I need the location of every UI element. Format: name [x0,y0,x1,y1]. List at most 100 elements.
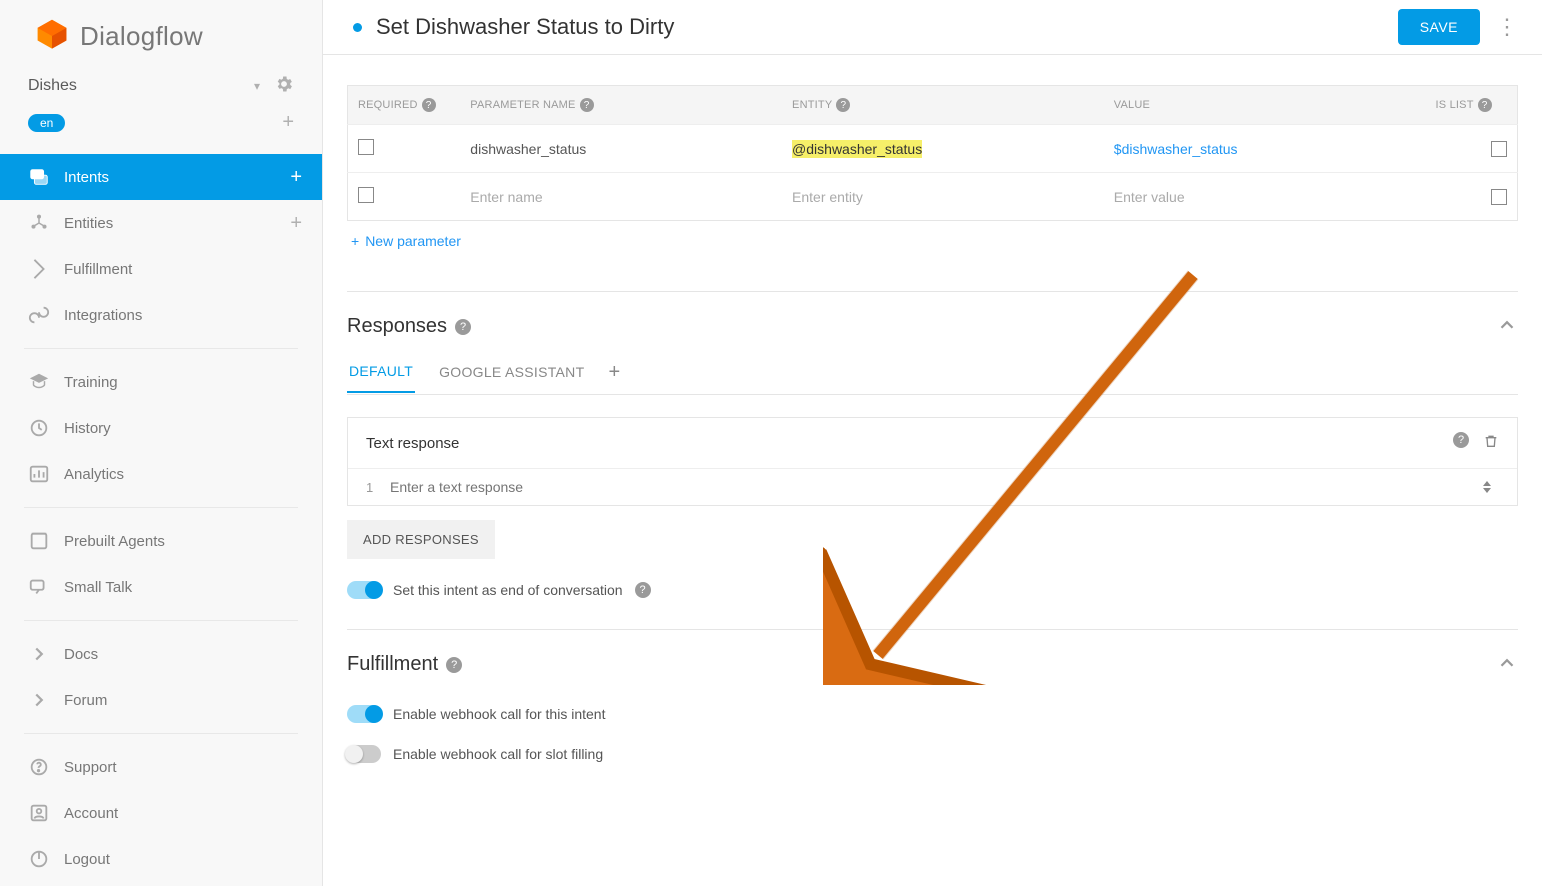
sidebar-item-integrations[interactable]: Integrations [0,292,322,338]
help-icon[interactable]: ? [836,98,850,112]
more-menu-icon[interactable]: ⋮ [1496,16,1518,38]
table-row[interactable]: dishwasher_status @dishwasher_status $di… [348,125,1518,173]
sidebar-item-analytics[interactable]: Analytics [0,451,322,497]
tab-default[interactable]: DEFAULT [347,363,415,393]
account-icon [28,802,50,824]
sidebar-item-label: Forum [64,692,302,709]
islist-checkbox[interactable] [1491,141,1507,157]
entities-icon [28,212,50,234]
th-entity: ENTITY [792,99,832,111]
sidebar-item-entities[interactable]: Entities + [0,200,322,246]
chevron-icon [28,689,50,711]
sidebar-item-history[interactable]: History [0,405,322,451]
add-entity-icon[interactable]: + [290,213,302,233]
webhook-slot-label: Enable webhook call for slot filling [393,746,603,762]
tab-google-assistant[interactable]: GOOGLE ASSISTANT [437,364,586,392]
collapse-icon[interactable] [1496,652,1518,677]
sidebar-item-intents[interactable]: Intents + [0,154,322,200]
help-icon[interactable]: ? [1453,432,1469,448]
section-title: Responses [347,315,447,338]
required-checkbox[interactable] [358,187,374,203]
agent-selector[interactable]: Dishes [28,77,77,95]
logout-icon [28,848,50,870]
new-parameter-link[interactable]: + New parameter [347,221,465,261]
main: Set Dishwasher Status to Dirty SAVE ⋮ RE… [323,0,1542,886]
param-value[interactable]: $dishwasher_status [1114,141,1238,157]
sidebar: Dialogflow Dishes ▾ en + Intents + En [0,0,323,886]
trash-icon[interactable] [1483,432,1499,454]
fulfillment-section: Fulfillment ? Enable webhook call for th… [347,652,1518,763]
chevron-down-icon[interactable]: ▾ [254,79,260,93]
plus-icon: + [351,233,359,249]
sidebar-item-label: Small Talk [64,579,302,596]
response-tabs: DEFAULT GOOGLE ASSISTANT + [347,361,1518,395]
nav: Intents + Entities + Fulfillment Integra… [0,148,322,882]
brand-name: Dialogflow [80,21,203,52]
sidebar-item-training[interactable]: Training [0,359,322,405]
help-icon[interactable]: ? [422,98,436,112]
add-intent-icon[interactable]: + [290,167,302,187]
help-icon[interactable]: ? [580,98,594,112]
webhook-slot-toggle[interactable] [347,745,381,763]
text-response-input[interactable] [390,479,1483,495]
sidebar-item-label: Logout [64,851,302,868]
th-required: REQUIRED [358,99,418,111]
sidebar-item-label: Support [64,759,302,776]
dialogflow-logo-icon [34,18,70,54]
param-name-placeholder[interactable]: Enter name [470,189,542,205]
appbar: Set Dishwasher Status to Dirty SAVE ⋮ [323,0,1542,55]
language-chip[interactable]: en [28,114,65,132]
sidebar-item-smalltalk[interactable]: Small Talk [0,564,322,610]
unsaved-dot-icon [353,23,362,32]
responses-section: Responses ? DEFAULT GOOGLE ASSISTANT + T… [347,314,1518,599]
analytics-icon [28,463,50,485]
add-tab-icon[interactable]: + [608,361,620,394]
intents-icon [28,166,50,188]
integrations-icon [28,304,50,326]
collapse-icon[interactable] [1496,314,1518,339]
table-row[interactable]: Enter name Enter entity Enter value [348,173,1518,221]
text-response-row[interactable]: 1 [348,468,1517,505]
section-divider [347,291,1518,292]
help-icon[interactable]: ? [446,657,462,673]
sidebar-item-label: Fulfillment [64,261,302,278]
param-value-placeholder[interactable]: Enter value [1114,189,1185,205]
section-divider [347,629,1518,630]
sidebar-item-fulfillment[interactable]: Fulfillment [0,246,322,292]
add-language-icon[interactable]: + [282,111,294,134]
islist-checkbox[interactable] [1491,189,1507,205]
sidebar-item-support[interactable]: Support [0,744,322,790]
add-responses-button[interactable]: ADD RESPONSES [347,520,495,559]
param-entity-placeholder[interactable]: Enter entity [792,189,863,205]
help-icon[interactable]: ? [455,319,471,335]
brand-logo[interactable]: Dialogflow [0,0,322,58]
nav-divider [24,733,298,734]
param-entity[interactable]: @dishwasher_status [792,140,922,158]
chevron-icon [28,643,50,665]
sidebar-item-account[interactable]: Account [0,790,322,836]
parameters-table: REQUIRED? PARAMETER NAME? ENTITY? VALUE … [347,85,1518,221]
sidebar-item-label: Prebuilt Agents [64,533,302,550]
row-number: 1 [366,480,390,495]
sidebar-item-forum[interactable]: Forum [0,677,322,723]
param-name[interactable]: dishwasher_status [470,141,586,157]
help-icon[interactable]: ? [1478,98,1492,112]
help-icon[interactable]: ? [635,582,651,598]
support-icon [28,756,50,778]
sidebar-item-label: Intents [64,169,290,186]
required-checkbox[interactable] [358,139,374,155]
history-icon [28,417,50,439]
save-button[interactable]: SAVE [1398,9,1480,45]
sidebar-item-label: Entities [64,215,290,232]
gear-icon[interactable] [274,74,294,97]
fulfillment-icon [28,258,50,280]
reorder-handle[interactable] [1483,481,1499,493]
text-response-label: Text response [366,435,459,452]
webhook-intent-toggle[interactable] [347,705,381,723]
sidebar-item-logout[interactable]: Logout [0,836,322,882]
th-parameter: PARAMETER NAME [470,99,575,111]
sidebar-item-prebuilt[interactable]: Prebuilt Agents [0,518,322,564]
prebuilt-icon [28,530,50,552]
end-of-conversation-toggle[interactable] [347,581,381,599]
sidebar-item-docs[interactable]: Docs [0,631,322,677]
